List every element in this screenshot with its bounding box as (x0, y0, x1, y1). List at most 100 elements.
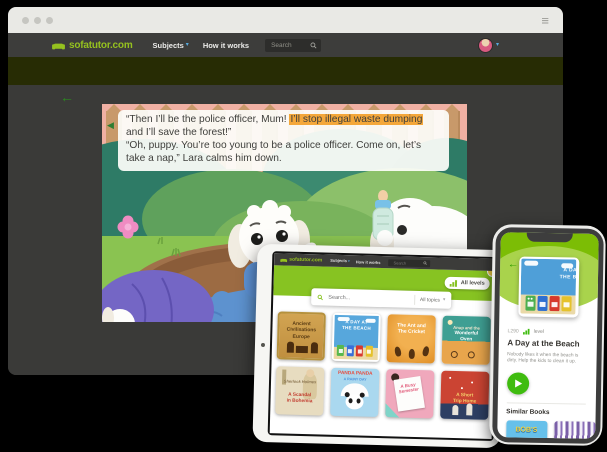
cover-title: Europe (279, 333, 323, 340)
nav-subjects[interactable]: Subjects ▾ (153, 41, 189, 50)
similar-cover-bobs[interactable]: BOB'S (506, 420, 547, 439)
phone-notch (526, 232, 572, 242)
level-meta: L290 level (508, 328, 545, 335)
silhouette-table (296, 346, 308, 353)
similar-cover-birch-trees[interactable] (554, 421, 595, 439)
book-cover-anup-wonderful-oven[interactable]: Anup and the Wonderful Oven (442, 316, 491, 365)
search-input[interactable] (269, 41, 310, 50)
tablet-mockup: sofatutor.com Subjects ▾ How it works (252, 244, 505, 448)
cover-title: THE BEACH (334, 325, 378, 331)
level-label: level (534, 328, 544, 334)
chevron-down-icon: ▾ (443, 298, 445, 303)
level-code: L290 (508, 328, 519, 334)
story-marker-icon[interactable]: ◀ (107, 120, 114, 131)
browser-titlebar: ≡ (8, 7, 563, 33)
cover-title: BOB'S (506, 426, 547, 434)
yellow-bin (365, 346, 372, 357)
calendar-paper: A Busy Semester (394, 376, 425, 412)
panda-eye (348, 398, 352, 403)
book-grid: Ancient Civilisations Europe A DAY AT TH… (275, 311, 491, 420)
story-highlighted-text[interactable]: I’ll stop illegal waste dumping (289, 114, 423, 125)
all-levels-button[interactable]: All levels (445, 277, 490, 290)
book-cover-ancient-civilisations[interactable]: Ancient Civilisations Europe (277, 311, 326, 360)
window-controls (22, 17, 53, 24)
book-description: Nobody likes it when the beach is dirty.… (507, 352, 589, 366)
panda (345, 394, 363, 409)
phone-mockup: ← A DAY AT THE BEACH (489, 224, 606, 446)
level-bars-icon (523, 328, 530, 334)
back-arrow-icon[interactable]: ← (508, 258, 519, 270)
search-icon[interactable] (310, 42, 317, 49)
phone-frame: ← A DAY AT THE BEACH (492, 227, 604, 444)
tablet-nav: Subjects ▾ How it works (330, 258, 380, 265)
panda-ear (360, 393, 365, 398)
window-dot-icon (46, 17, 53, 24)
levels-stairs-icon (450, 279, 458, 286)
tablet-nav-subjects[interactable]: Subjects ▾ (330, 258, 350, 264)
chevron-down-icon: ▾ (348, 259, 350, 263)
sofa-icon (280, 257, 287, 262)
book-cover-ant-and-cricket[interactable]: The Ant and The Cricket (387, 314, 436, 363)
similar-books-heading: Similar Books (506, 408, 549, 416)
cover-title: Trip Home (441, 399, 489, 405)
book-cover-busy-semester[interactable]: A Busy Semester (385, 369, 434, 418)
story-text: “Oh, puppy. You’re too young to be a pol… (126, 140, 421, 164)
tablet-header-search (388, 259, 430, 267)
chevron-down-icon: ▾ (186, 42, 189, 48)
tablet-logo[interactable]: sofatutor.com (280, 256, 322, 263)
red-bin (356, 345, 363, 356)
story-paragraph: “Then I’ll be the police officer, Mum! I… (126, 114, 441, 140)
silhouette-figure (287, 342, 294, 353)
cover-title: A DAY AT (549, 267, 577, 274)
blue-bin (346, 345, 353, 356)
all-topics-dropdown[interactable]: All topics ▾ (414, 294, 446, 305)
traveller-figure (466, 403, 472, 415)
tablet-searchbar-input[interactable] (326, 293, 414, 303)
browser-menu-icon[interactable]: ≡ (541, 14, 549, 27)
book-cover-day-at-the-beach[interactable]: A DAY AT THE BEACH (332, 313, 381, 362)
window-dot-icon (22, 17, 29, 24)
ant-silhouette (409, 349, 415, 359)
snowflake (461, 387, 463, 389)
bicycle-wheel (451, 351, 458, 358)
snowflake (471, 381, 473, 383)
green-bin (337, 345, 344, 356)
cover-title: Civilisations (279, 326, 323, 333)
phone-screen: ← A DAY AT THE BEACH (497, 232, 599, 439)
story-text: and I’ll save the forest!” (126, 127, 231, 138)
tablet-searchbar: All topics ▾ (311, 288, 451, 309)
back-arrow-icon[interactable]: ← (60, 89, 74, 105)
nav-how-it-works[interactable]: How it works (203, 41, 249, 50)
similar-books-row: BOB'S (506, 420, 595, 439)
blue-bin (537, 296, 547, 311)
tablet-camera-icon (261, 343, 265, 347)
chevron-down-icon: ▾ (496, 42, 499, 48)
cover-title: THE BEACH (548, 274, 576, 281)
phone-book-cover[interactable]: A DAY AT THE BEACH (518, 256, 579, 317)
book-cover-short-trip-home[interactable]: A Short Trip Home (440, 371, 489, 420)
play-icon (515, 379, 522, 387)
sofatutor-logo[interactable]: sofatutor.com (52, 40, 133, 51)
tablet-search-input[interactable] (391, 259, 423, 267)
window-dot-icon (34, 17, 41, 24)
story-text: “Then I’ll be the police officer, Mum! (126, 114, 289, 125)
divider (506, 402, 585, 404)
user-menu[interactable]: ▾ (478, 38, 499, 53)
tablet-nav-how-it-works[interactable]: How it works (356, 259, 381, 265)
logo-text: sofatutor.com (69, 40, 133, 51)
yellow-bin (561, 296, 571, 311)
panda-ear (345, 392, 350, 397)
ant-silhouette (422, 346, 430, 357)
traveller-figure (452, 405, 458, 415)
play-button[interactable] (506, 372, 528, 394)
page-banner (8, 57, 563, 85)
ant-silhouette (394, 346, 402, 357)
red-bin (549, 296, 559, 311)
search-icon (423, 261, 427, 265)
cover-title: in Bohemia (275, 398, 323, 404)
search-icon (317, 294, 323, 300)
book-cover-panda-panda[interactable]: PANDA PANDA A RAINY DAY (330, 368, 379, 417)
book-cover-scandal-in-bohemia[interactable]: Sherlock Holmes A Scandal in Bohemia (275, 366, 324, 415)
bicycle-wheel (468, 351, 475, 358)
avatar (478, 38, 493, 53)
